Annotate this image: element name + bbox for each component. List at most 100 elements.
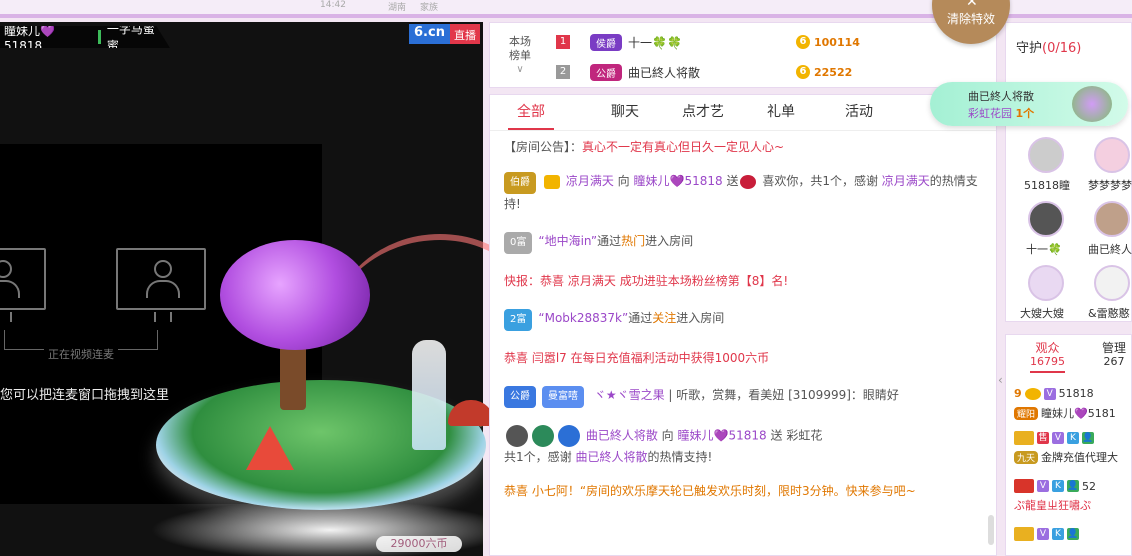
source-link[interactable]: 热门 [621,234,645,248]
session-rank-panel: 本场 榜单 ∨ 1 侯爵 十一🍀🍀 6 100114 2 公爵 曲已終人将散 62… [489,22,997,88]
monitor-icon [0,248,46,322]
user-link[interactable]: 瞳妹儿💜51818 [678,429,767,443]
heart-icon [1024,387,1041,400]
tab-chat[interactable]: 聊天 [586,95,664,130]
separator [97,30,101,44]
rank-label[interactable]: 本场 榜单 ∨ [500,35,540,77]
noble-badge: 公爵 [504,386,536,408]
viewer-row[interactable]: ぷ龍皇ㄓ狂嘯ぷ [1014,497,1091,513]
close-icon: ✕ [966,0,978,10]
list-item: 2富 “Mobk28837k”通过关注进入房间 [504,308,982,331]
rank-badge-icon [558,425,580,447]
tab-all[interactable]: 全部 [508,95,554,130]
rank-row[interactable]: 2 公爵 曲已終人将散 6 22522 [556,61,986,83]
avatar[interactable] [1094,137,1130,173]
user-link[interactable]: 凉月满天 [568,274,616,288]
wealth-badge: 0富 [504,232,533,254]
gift-notification: 曲已終人将散 彩虹花园 1个 [930,82,1128,126]
video-panel: 瞳妹儿💜51818 一字马蜜蜜 6.cn 直播 正在视频连麦 您可以把连麦窗口拖… [0,22,483,556]
gift-sender: 曲已終人将散 [968,90,1034,103]
avatar[interactable] [1028,137,1064,173]
person-icon [0,260,20,300]
host-name[interactable]: 瞳妹儿💜51818 [4,26,92,48]
user-link[interactable]: 凉月满天 [566,174,614,188]
user-link[interactable]: 曲已終人将散 [586,429,658,443]
user-link[interactable]: 瞳妹儿💜51818 [634,174,723,188]
live-room-page: 14:42 湖南 家族 瞳妹儿💜51818 一字马蜜蜜 6.cn 直播 正在视频… [0,0,1132,556]
user-link[interactable]: ヾ★ヾ雪之果 [594,388,665,402]
viewer-row[interactable]: 耀阳 瞳妹儿💜5181 [1014,405,1116,421]
rank-label-line1: 本场 [509,35,531,48]
list-item: 恭喜 闫嚣l7 在每日充值福利活动中获得1000六币 [504,351,770,365]
list-item: 曲已終人将散 向 瞳妹儿💜51818 送 彩虹花 共1个，感谢 曲已終人将散的热… [504,425,982,467]
guard-member-name[interactable]: &雷憨憨 [1088,305,1130,321]
source-link[interactable]: 关注 [652,311,676,325]
guard-title: 守护(0/16) [1016,41,1082,56]
logo-main: 6.cn [409,24,450,44]
chat-message-list: 【房间公告】：真心不一定有真心但日久一定见人心~ 伯爵 凉月满天 向 瞳妹儿💜5… [490,131,996,524]
tab-gifts[interactable]: 礼单 [742,95,820,130]
site-logo: 6.cn 直播 [409,24,481,44]
viewer-row[interactable]: 9 V 51818 [1014,387,1094,400]
rank-number: 1 [556,35,570,49]
logo-live: 直播 [449,24,480,44]
avatar[interactable] [1094,201,1130,237]
chat-scrollbar[interactable] [988,515,994,545]
wealth-badge-icon [532,425,554,447]
link-status-text: 正在视频连麦 [44,346,118,362]
user-link[interactable]: “地中海in” [538,234,597,248]
guard-member-name[interactable]: 十一🍀 [1026,241,1062,257]
time-text: 14:42 [320,0,346,10]
viewer-row[interactable]: 九天 金牌充值代理大 [1014,449,1118,465]
heart-gift-icon [740,174,757,189]
monitor-icon [116,248,206,322]
list-item: 0富 “地中海in”通过热门进入房间 [504,231,982,254]
coin-icon: 6 [796,35,810,49]
audience-count: 16795 [1030,355,1065,368]
v-badge-icon: V [1043,387,1056,400]
list-item: 快报：恭喜 凉月满天 成功进驻本场粉丝榜第【8】名! [504,274,789,288]
avatar[interactable] [1028,265,1064,301]
admin-count: 267 [1103,355,1125,368]
rank-user-name[interactable]: 十一🍀🍀 [628,34,682,51]
drag-hint-text: 您可以把连麦窗口拖拽到这里 [0,388,170,403]
viewer-row[interactable]: V K 👤 [1014,527,1079,541]
list-item: 伯爵 凉月满天 向 瞳妹儿💜51818 送 喜欢你，共1个，感谢 凉月满天的热情… [504,172,978,211]
viewer-row[interactable]: 售 V K 👤 [1014,431,1094,445]
gift-name: 彩虹花 [786,428,823,443]
guard-member-name[interactable]: 梦梦梦梦 [1088,177,1132,193]
tab-admin[interactable]: 管理 267 [1102,341,1126,369]
location-text: 湖南 [388,3,407,13]
family-text: 家族 [420,3,439,13]
tab-request[interactable]: 点才艺 [664,95,742,130]
chat-panel: 全部 聊天 点才艺 礼单 活动 【房间公告】：真心不一定有真心但日久一定见人心~… [489,94,997,556]
rank-row[interactable]: 1 侯爵 十一🍀🍀 6 100114 [556,31,986,53]
person-icon [146,260,180,300]
crown-icon [1014,479,1034,493]
tab-audience[interactable]: 观众 16795 [1030,341,1065,373]
avatar[interactable] [1094,265,1130,301]
rank-user-name[interactable]: 曲已終人将散 [628,64,700,81]
tab-events[interactable]: 活动 [820,95,898,130]
viewer-row[interactable]: V K 👤 52 [1014,479,1096,493]
host-info-bar: 瞳妹儿💜51818 一字马蜜蜜 [0,26,170,48]
rank-number: 2 [556,65,570,79]
avatar[interactable] [1028,201,1064,237]
list-item: 【房间公告】：真心不一定有真心但日久一定见人心~ [504,140,785,154]
gift-icon [1072,86,1112,122]
user-link[interactable]: “Mobk28837k” [538,311,628,325]
host-tag: 一字马蜜蜜 [106,22,155,53]
guard-member-name[interactable]: 曲已終人 [1088,241,1132,257]
user-link[interactable]: 曲已終人将散 [575,450,647,464]
viewer-panel: 观众 16795 管理 267 ‹ 9 V 51818 耀阳 瞳妹儿💜5181 售VK… [998,334,1132,556]
noble-badge: 伯爵 [504,172,536,194]
chevron-left-icon[interactable]: ‹ [998,373,1003,387]
fan-badge: 曼富嘻 [542,386,584,408]
rank-value: 6 100114 [796,35,860,49]
user-link[interactable]: 凉月满天 [882,174,930,188]
gift-desc: 彩虹花园 1个 [968,107,1035,120]
chat-tabs: 全部 聊天 点才艺 礼单 活动 [490,95,996,131]
guard-member-name[interactable]: 大嫂大嫂 [1020,305,1064,321]
video-link-area[interactable]: 正在视频连麦 [0,144,322,504]
guard-member-name[interactable]: 51818瞳 [1024,177,1070,193]
